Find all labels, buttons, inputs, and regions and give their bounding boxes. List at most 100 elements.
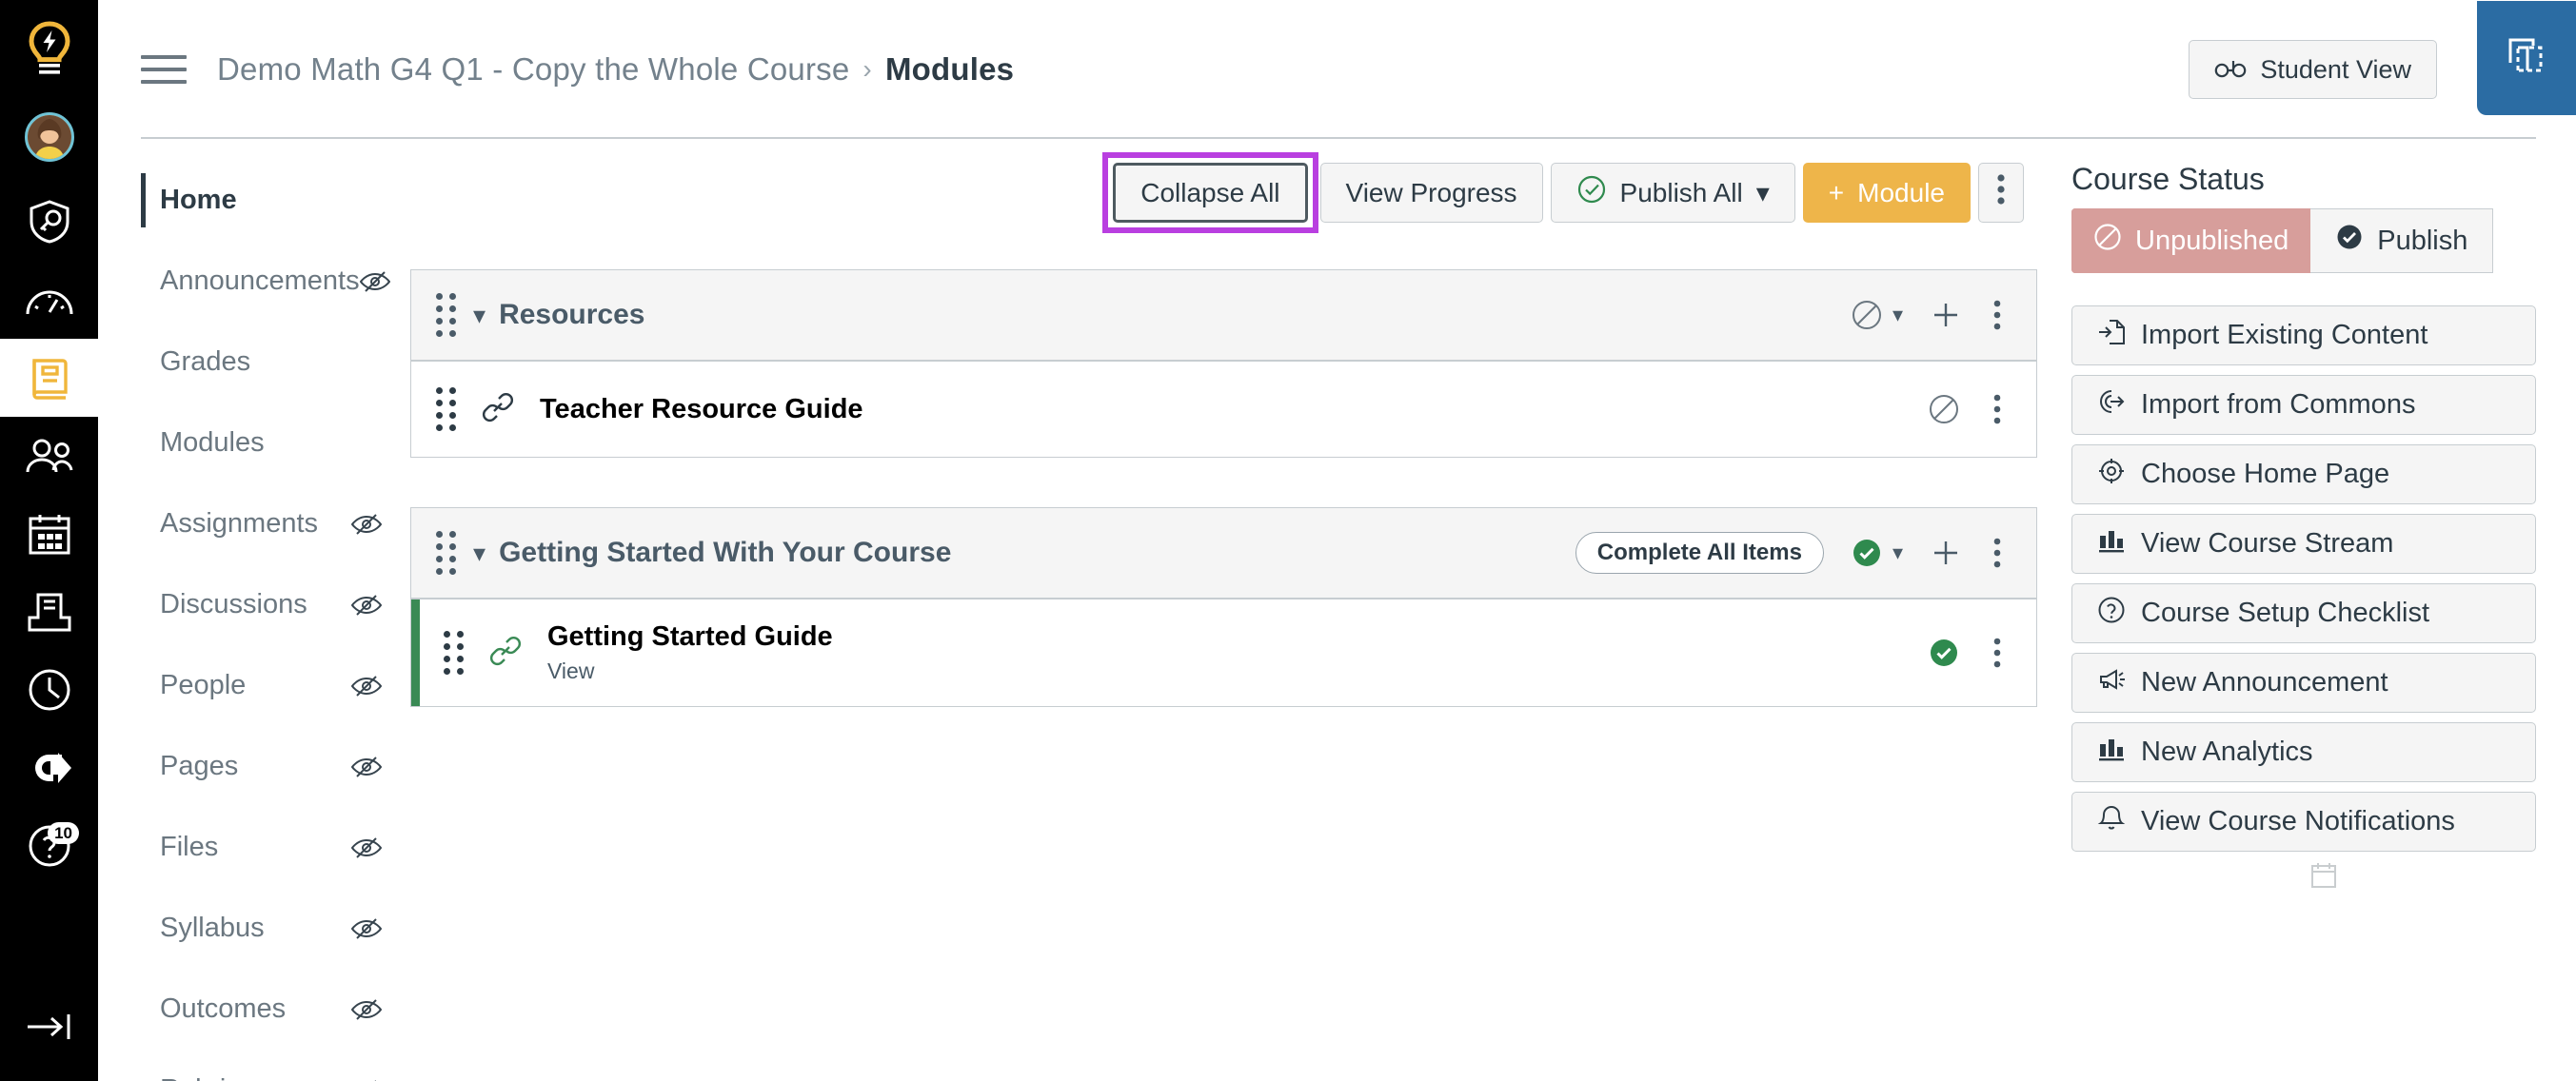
import-existing-content-button[interactable]: Import Existing Content: [2071, 305, 2536, 365]
course-nav-label: Outcomes: [160, 993, 287, 1024]
status-publish-button[interactable]: Publish: [2310, 208, 2494, 273]
course-nav-item-syllabus[interactable]: Syllabus: [141, 888, 393, 969]
module-publish-caret[interactable]: ▾: [1892, 303, 1903, 327]
global-nav-collapse-toggle[interactable]: [0, 976, 98, 1081]
breadcrumb-course-link[interactable]: Demo Math G4 Q1 - Copy the Whole Course: [217, 51, 849, 88]
course-nav-label: People: [160, 670, 247, 700]
course-menu-toggle[interactable]: [141, 55, 187, 84]
import-from-commons-label: Import from Commons: [2141, 389, 2416, 420]
eye-slash-icon: [351, 594, 382, 616]
global-nav-help[interactable]: 10: [0, 807, 98, 885]
module-requirement-pill: Complete All Items: [1575, 532, 1824, 574]
global-navigation: 10: [0, 0, 98, 1081]
student-view-label: Student View: [2260, 54, 2411, 84]
module-add-item-button[interactable]: [1924, 293, 1968, 337]
view-course-stream-label: View Course Stream: [2141, 528, 2394, 559]
global-nav-inbox[interactable]: [0, 573, 98, 651]
item-kebab-icon[interactable]: [1987, 631, 2008, 675]
commons-arrow-icon: [26, 751, 73, 785]
student-view-button[interactable]: Student View: [2189, 40, 2437, 99]
module-kebab-icon[interactable]: [1987, 531, 2008, 575]
global-nav-dashboard[interactable]: [0, 261, 98, 339]
module-collapse-toggle[interactable]: ▾: [467, 295, 491, 336]
gauge-icon: [26, 284, 73, 316]
item-kebab-icon[interactable]: [1987, 387, 2008, 431]
course-setup-checklist-label: Course Setup Checklist: [2141, 598, 2430, 628]
drag-handle-icon[interactable]: [436, 531, 456, 575]
course-nav-item-home[interactable]: Home: [141, 160, 393, 241]
drag-handle-icon[interactable]: [436, 293, 456, 337]
global-nav-calendar[interactable]: [0, 495, 98, 573]
course-nav-item-files[interactable]: Files: [141, 807, 393, 888]
eye-slash-icon: [351, 917, 382, 939]
course-nav-item-announcements[interactable]: Announcements: [141, 241, 393, 322]
course-nav-item-outcomes[interactable]: Outcomes: [141, 969, 393, 1050]
target-icon: [2097, 457, 2126, 493]
item-publish-toggle-unpublished[interactable]: [1922, 387, 1966, 431]
module-title: Resources: [499, 299, 645, 330]
eye-slash-icon: [351, 998, 382, 1020]
module-header[interactable]: ▾ Resources ▾: [411, 270, 2036, 362]
module-item-row[interactable]: Teacher Resource Guide: [411, 362, 2036, 457]
global-nav-admin[interactable]: [0, 183, 98, 261]
global-nav-commons[interactable]: [0, 729, 98, 807]
publish-all-button[interactable]: Publish All ▾: [1550, 163, 1795, 223]
module-more-actions-button[interactable]: [1978, 163, 2024, 223]
module-item-title[interactable]: Teacher Resource Guide: [540, 394, 863, 425]
course-nav-label: Announcements: [160, 265, 360, 296]
course-nav-label: Home: [160, 185, 237, 215]
choose-home-page-button[interactable]: Choose Home Page: [2071, 444, 2536, 504]
global-nav-courses[interactable]: [0, 339, 98, 417]
module-item-actions: [1922, 631, 2008, 675]
bar-chart-icon: [2097, 735, 2126, 771]
global-nav-account[interactable]: [0, 91, 98, 183]
module-publish-toggle-unpublished[interactable]: [1845, 293, 1889, 337]
view-progress-button[interactable]: View Progress: [1319, 163, 1543, 223]
course-nav-item-rubrics[interactable]: Rubrics: [141, 1050, 393, 1081]
global-nav-history[interactable]: [0, 651, 98, 729]
module-item-row[interactable]: Getting Started Guide View: [411, 599, 2036, 706]
drag-handle-icon[interactable]: [436, 387, 456, 431]
new-analytics-button[interactable]: New Analytics: [2071, 722, 2536, 782]
collapse-all-focus-ring: Collapse All: [1102, 152, 1318, 233]
module-header[interactable]: ▾ Getting Started With Your Course Compl…: [411, 508, 2036, 599]
megaphone-icon: [2097, 665, 2126, 701]
module-header-actions: ▾: [1845, 293, 2008, 337]
course-nav-item-grades[interactable]: Grades: [141, 322, 393, 403]
import-file-icon: [2097, 318, 2126, 354]
import-from-commons-button[interactable]: Import from Commons: [2071, 375, 2536, 435]
module-publish-toggle-published[interactable]: [1845, 531, 1889, 575]
collapse-all-button[interactable]: Collapse All: [1113, 163, 1308, 223]
course-nav-item-people[interactable]: People: [141, 645, 393, 726]
add-module-button[interactable]: + Module: [1802, 163, 1971, 223]
status-unpublished-button[interactable]: Unpublished: [2071, 208, 2311, 273]
course-nav-item-pages[interactable]: Pages: [141, 726, 393, 807]
calendar-icon: [28, 512, 71, 556]
module-publish-caret[interactable]: ▾: [1892, 540, 1903, 565]
view-course-notifications-button[interactable]: View Course Notifications: [2071, 792, 2536, 852]
breadcrumb-separator: ›: [862, 54, 872, 84]
module-kebab-icon[interactable]: [1987, 293, 2008, 337]
global-nav-dashboard-logo[interactable]: [0, 0, 98, 91]
course-nav-item-discussions[interactable]: Discussions: [141, 564, 393, 645]
copy-course-tab[interactable]: [2477, 1, 2576, 115]
no-circle-icon: [2093, 223, 2122, 259]
new-announcement-button[interactable]: New Announcement: [2071, 653, 2536, 713]
item-publish-toggle-published[interactable]: [1922, 631, 1966, 675]
people-icon: [25, 438, 74, 474]
module-item-title[interactable]: Getting Started Guide: [547, 621, 833, 653]
view-course-stream-button[interactable]: View Course Stream: [2071, 514, 2536, 574]
module-collapse-toggle[interactable]: ▾: [467, 533, 491, 574]
bell-icon: [2097, 804, 2126, 840]
course-nav-item-assignments[interactable]: Assignments: [141, 483, 393, 564]
module-item-texts: Teacher Resource Guide: [540, 394, 863, 425]
course-setup-checklist-button[interactable]: Course Setup Checklist: [2071, 583, 2536, 643]
eye-slash-icon: [351, 756, 382, 777]
course-sidebar: Course Status Unpublished Publish Import…: [2071, 139, 2576, 1081]
hamburger-line: [141, 55, 187, 59]
new-analytics-label: New Analytics: [2141, 737, 2313, 767]
module-add-item-button[interactable]: [1924, 531, 1968, 575]
global-nav-groups[interactable]: [0, 417, 98, 495]
course-nav-item-modules[interactable]: Modules: [141, 403, 393, 483]
drag-handle-icon[interactable]: [444, 631, 464, 675]
